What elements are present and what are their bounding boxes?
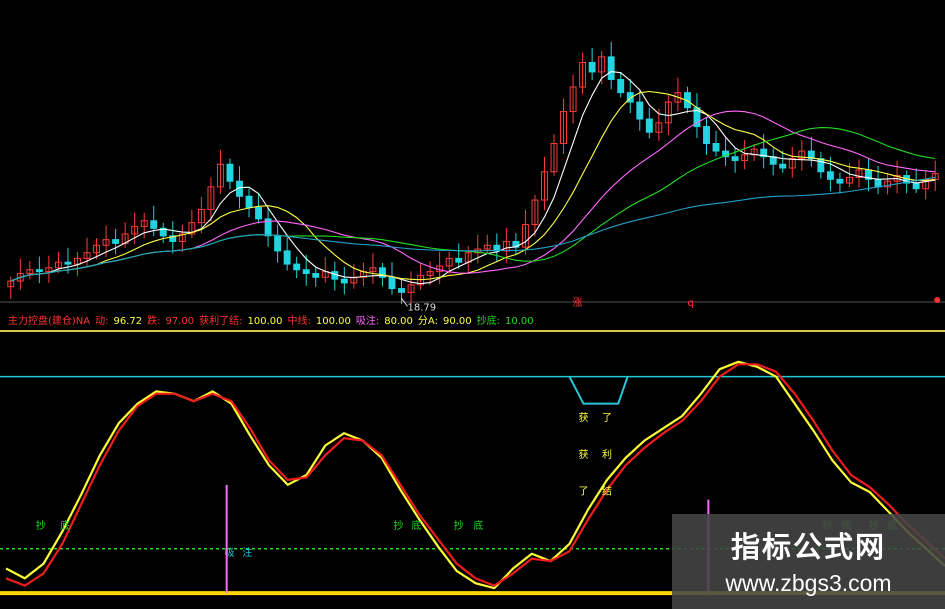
candle-down: [826, 171, 834, 180]
signal-marker: q: [687, 298, 693, 309]
candle-down: [245, 195, 253, 209]
candle-down: [703, 126, 710, 145]
legend-item: 分A:: [418, 315, 438, 327]
watermark-url: www.zbgs3.com: [725, 570, 892, 596]
legend-item: 跌:: [147, 314, 160, 327]
legend-item: 96.72: [114, 316, 143, 327]
legend-item: 获利了结:: [199, 314, 242, 327]
candle-down: [779, 163, 787, 169]
candle-down: [388, 276, 396, 290]
legend-item: 10.00: [505, 316, 534, 327]
legend-item: 90.00: [443, 316, 472, 327]
signal-label: 结: [602, 485, 612, 498]
candle-down: [588, 62, 596, 73]
signal-label: 抄: [454, 519, 464, 532]
candle-down: [836, 178, 844, 184]
signal-label: 抄: [36, 519, 46, 532]
legend-item: 100.00: [316, 316, 351, 327]
candle-down: [302, 269, 310, 275]
signal-marker-dot: [934, 297, 941, 303]
indicator-legend: 主力控盘(建仓)NA 动: 96.72 跌: 97.00 获利了结: 100.00 中线: 10…: [8, 314, 534, 327]
signal-label: 注: [242, 546, 252, 559]
legend-item: 中线:: [288, 314, 311, 327]
legend-item: 吸注:: [356, 314, 379, 327]
candle-down: [112, 239, 120, 244]
signal-marker: 涨: [573, 297, 583, 309]
candle-down: [636, 101, 644, 120]
candle-down: [617, 78, 625, 94]
signal-label: 利: [602, 449, 612, 461]
candle-down: [607, 56, 615, 80]
candle-down: [712, 143, 720, 152]
candles: [7, 41, 939, 304]
candle-down: [645, 118, 653, 133]
signal-label: 抄: [394, 519, 404, 532]
signal-label: 了: [602, 412, 612, 424]
legend-item: 主力控盘(建仓)NA: [8, 314, 90, 327]
signal-label: 获: [578, 449, 588, 461]
legend-item: 抄底:: [477, 314, 500, 327]
legend-item: 97.00: [166, 316, 195, 327]
legend-item: 100.00: [248, 316, 283, 327]
signal-label: 了: [578, 486, 588, 498]
profit-taking-box: [568, 376, 629, 405]
watermark: 指标公式网 www.zbgs3.com: [672, 514, 945, 609]
candle-down: [340, 278, 348, 284]
ma-line-ma60: [10, 176, 936, 282]
legend-item: 动:: [95, 315, 108, 327]
candle-down: [731, 156, 739, 161]
candle-down: [455, 257, 463, 263]
signal-label: 底: [473, 519, 483, 532]
watermark-title: 指标公式网: [730, 530, 886, 564]
candle-down: [274, 235, 282, 252]
ma-line-ma30: [10, 127, 936, 282]
legend-item: 80.00: [384, 316, 413, 327]
signal-label: 获: [578, 412, 588, 424]
candle-down: [312, 273, 320, 278]
candle-down: [255, 207, 263, 220]
candle-down: [64, 261, 72, 265]
candle-down: [293, 263, 301, 271]
candle-down: [226, 163, 234, 182]
candle-down: [912, 182, 920, 190]
candle-down: [150, 220, 158, 229]
signal-label: 底: [411, 519, 421, 532]
low-price-annotation: 18.79: [408, 302, 437, 313]
candle-down: [283, 250, 291, 265]
candle-down: [874, 178, 882, 188]
candle-down: [817, 158, 825, 173]
signal-label: 底: [60, 519, 70, 532]
candle-down: [35, 269, 43, 273]
candle-down: [398, 288, 405, 293]
